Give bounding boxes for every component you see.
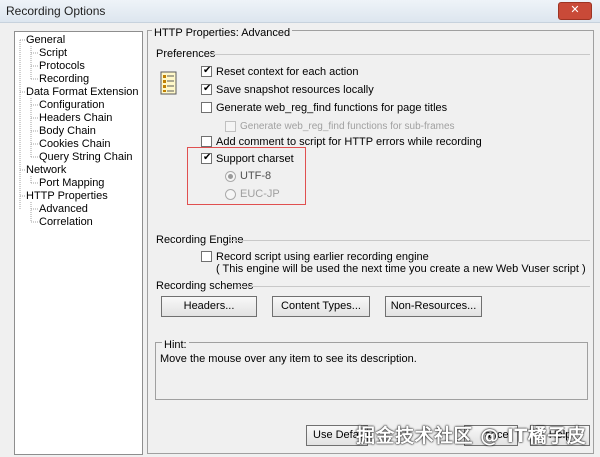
tree-item-headers-chain[interactable]: Headers Chain [39, 112, 112, 125]
save-snapshot-label: Save snapshot resources locally [216, 84, 374, 96]
hint-box [155, 342, 588, 400]
support-charset-checkbox[interactable]: ✔ [201, 152, 212, 164]
preferences-label: Preferences [156, 48, 216, 60]
preferences-divider [212, 54, 590, 55]
euc-jp-label: EUC-JP [240, 188, 280, 200]
save-snapshot-checkbox[interactable]: ✔ [201, 83, 212, 95]
sub-frames-label: Generate web_reg_find functions for sub-… [240, 121, 455, 132]
earlier-engine-checkbox[interactable] [201, 251, 212, 262]
content-types-button[interactable]: Content Types... [272, 296, 370, 317]
utf8-radio[interactable] [225, 171, 236, 182]
tree-item-port-mapping[interactable]: Port Mapping [39, 177, 104, 190]
title-bar: Recording Options ✕ [0, 0, 600, 23]
tree-item-protocols[interactable]: Protocols [39, 60, 85, 73]
checkmark-icon: ✔ [203, 65, 212, 76]
tree-item-general[interactable]: General [26, 34, 65, 47]
group-title: HTTP Properties: Advanced [152, 27, 293, 39]
generate-web-reg-find-checkbox[interactable] [201, 102, 212, 113]
document-settings-icon [160, 71, 177, 95]
earlier-engine-note: ( This engine will be used the next time… [216, 263, 586, 275]
headers-button[interactable]: Headers... [161, 296, 257, 317]
tree-item-configuration[interactable]: Configuration [39, 99, 104, 112]
tree-item-script[interactable]: Script [39, 47, 67, 60]
tree-item-recording[interactable]: Recording [39, 73, 89, 86]
tree-item-data-format-extension[interactable]: Data Format Extension [26, 86, 139, 99]
reset-context-label: Reset context for each action [216, 66, 359, 78]
reset-context-checkbox[interactable]: ✔ [201, 65, 212, 77]
hint-title: Hint: [162, 339, 189, 351]
watermark-text: 掘金技术社区 @ IT橘子皮 [356, 425, 587, 447]
tree-item-advanced[interactable]: Advanced [39, 203, 88, 216]
tree-item-http-properties[interactable]: HTTP Properties [26, 190, 108, 203]
earlier-engine-label: Record script using earlier recording en… [216, 251, 429, 263]
radio-dot-icon [228, 174, 233, 179]
euc-jp-radio[interactable] [225, 189, 236, 200]
generate-web-reg-find-label: Generate web_reg_find functions for page… [216, 102, 448, 114]
utf8-label: UTF-8 [240, 170, 272, 182]
close-button[interactable]: ✕ [558, 2, 592, 20]
tree-item-correlation[interactable]: Correlation [39, 216, 93, 229]
window-title: Recording Options [6, 4, 106, 18]
schemes-divider [238, 286, 590, 287]
support-charset-label: Support charset [216, 153, 294, 165]
engine-divider [230, 240, 590, 241]
checkmark-icon: ✔ [203, 152, 212, 163]
tree-item-body-chain[interactable]: Body Chain [39, 125, 96, 138]
add-comment-checkbox[interactable] [201, 136, 212, 147]
hint-text: Move the mouse over any item to see its … [160, 353, 417, 365]
tree-item-cookies-chain[interactable]: Cookies Chain [39, 138, 111, 151]
options-tree[interactable]: General Script Protocols Recording Data … [14, 31, 143, 455]
tree-item-query-string-chain[interactable]: Query String Chain [39, 151, 133, 164]
tree-item-network[interactable]: Network [26, 164, 66, 177]
sub-frames-checkbox[interactable] [225, 121, 236, 132]
checkmark-icon: ✔ [203, 83, 212, 94]
non-resources-button[interactable]: Non-Resources... [385, 296, 482, 317]
close-icon: ✕ [570, 4, 580, 16]
